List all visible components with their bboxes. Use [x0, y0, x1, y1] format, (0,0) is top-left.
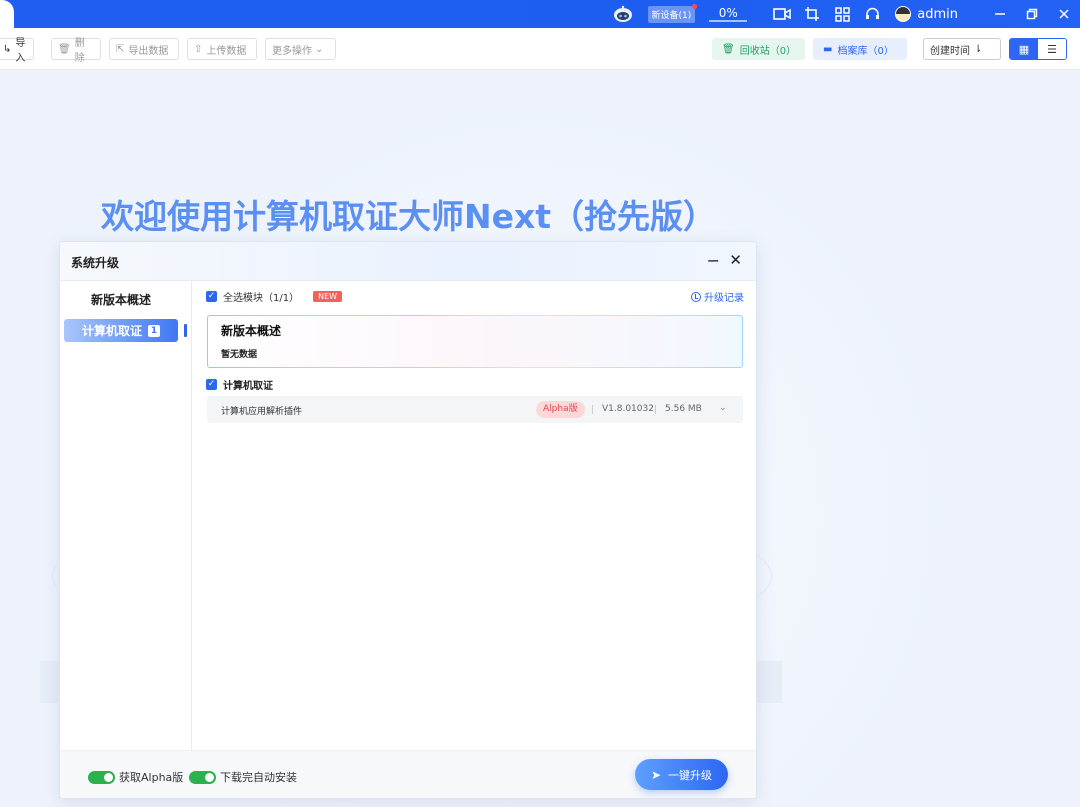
select-all-checkbox[interactable]: ✓ [206, 291, 217, 302]
dialog-footer: 获取Alpha版 下载完自动安装 ➤ 一键升级 [60, 750, 756, 798]
system-upgrade-dialog: 系统升级 − ✕ 新版本概述 计算机取证 1 ✓ 全选模块（1/1） NEW 升… [59, 241, 757, 799]
trash-icon: 🗑 [722, 43, 735, 55]
auto-install-toggle-label: 下载完自动安装 [220, 771, 297, 784]
plugin-version: V1.8.01032 [602, 404, 654, 414]
dialog-header: 系统升级 − ✕ [60, 242, 756, 281]
module-label: 计算机取证 [223, 381, 273, 392]
auto-install-toggle-row: 下载完自动安装 [189, 769, 297, 785]
trash-icon: 🗑 [58, 43, 71, 55]
alpha-tag: Alpha版 [536, 401, 585, 418]
recycle-bin-button[interactable]: 🗑 回收站（0） [712, 38, 805, 60]
select-all-label: 全选模块（1/1） [223, 293, 300, 304]
overview-title: 新版本概述 [221, 324, 282, 338]
upgrade-history-link[interactable]: 升级记录 [691, 289, 744, 304]
plugin-name: 计算机应用解析插件 [221, 407, 303, 417]
divider [655, 405, 656, 414]
upload-icon: ⇧ [194, 43, 203, 55]
sidebar-item-overview[interactable]: 新版本概述 [64, 288, 178, 311]
scroll-indicator [184, 324, 187, 337]
sort-icon: ⇂ [974, 43, 983, 55]
import-label: 导入 [15, 38, 26, 64]
dialog-sidebar: 新版本概述 计算机取证 1 [60, 281, 192, 750]
title-bar-corner [0, 0, 14, 28]
archive-label: 档案库（0） [837, 45, 894, 57]
robot-icon[interactable] [612, 3, 634, 25]
plugin-size: 5.56 MB [665, 404, 702, 414]
user-menu[interactable]: admin [895, 6, 958, 22]
progress-percent: 0% [709, 6, 748, 22]
title-bar-controls: 新设备(1) 0% admin [608, 0, 1080, 28]
alpha-toggle-switch[interactable] [88, 770, 115, 784]
archive-button[interactable]: ▬ 档案库（0） [813, 38, 907, 60]
alpha-toggle-row: 获取Alpha版 [88, 769, 183, 785]
username: admin [917, 6, 958, 22]
dialog-close-icon[interactable]: ✕ [729, 251, 742, 269]
overview-empty-text: 暂无数据 [221, 350, 258, 360]
view-toggle: ▦ ☰ [1009, 38, 1067, 60]
module-checkbox[interactable]: ✓ [206, 379, 217, 390]
dialog-minimize-icon[interactable]: − [707, 251, 720, 270]
count-badge: 1 [148, 324, 160, 337]
plugin-row[interactable]: 计算机应用解析插件 Alpha版 V1.8.01032 5.56 MB ⌄ [207, 396, 743, 423]
welcome-title: 欢迎使用计算机取证大师Next（抢先版） [101, 197, 717, 236]
divider [592, 405, 593, 414]
restore-icon[interactable] [1016, 0, 1048, 28]
upgrade-history-label: 升级记录 [704, 293, 744, 304]
close-icon[interactable] [1048, 0, 1080, 28]
video-icon[interactable] [771, 3, 793, 25]
sort-label: 创建时间 [930, 45, 970, 57]
delete-button[interactable]: 🗑 删除 [51, 38, 101, 64]
export-label: 导出数据 [128, 45, 169, 57]
recycle-label: 回收站（0） [739, 45, 797, 57]
sidebar-item-computer-forensics[interactable]: 计算机取证 1 [64, 319, 178, 342]
send-icon: ➤ [650, 767, 662, 782]
one-click-upgrade-button[interactable]: ➤ 一键升级 [635, 759, 728, 790]
import-icon: ↳ [3, 43, 12, 55]
sidebar-item-label: 计算机取证 [81, 324, 142, 338]
overview-card: 新版本概述 暂无数据 [207, 315, 743, 368]
list-view-icon[interactable]: ☰ [1038, 39, 1066, 59]
more-actions-label: 更多操作 [272, 45, 312, 57]
module-row: ✓ 计算机取证 [206, 377, 273, 392]
export-button[interactable]: ⇱ 导出数据 [109, 38, 179, 60]
sort-button[interactable]: 创建时间 ⇂ [923, 38, 1001, 60]
title-bar: 新设备(1) 0% admin [0, 0, 1080, 28]
auto-install-toggle-switch[interactable] [189, 770, 216, 784]
toolbar: ↳ 导入 🗑 删除 ⇱ 导出数据 ⇧ 上传数据 更多操作 ⌄ 🗑 回收站（0） ▬ 档案库（0… [0, 28, 1080, 70]
upgrade-label: 一键升级 [668, 768, 713, 782]
minimize-icon[interactable] [984, 0, 1016, 28]
upload-label: 上传数据 [206, 45, 247, 57]
select-all-row: ✓ 全选模块（1/1） NEW [206, 289, 343, 304]
chevron-down-icon: ⌄ [315, 43, 324, 55]
crop-icon[interactable] [801, 3, 823, 25]
alpha-toggle-label: 获取Alpha版 [119, 771, 184, 784]
new-badge: NEW [313, 291, 343, 302]
upload-button[interactable]: ⇧ 上传数据 [187, 38, 257, 60]
apps-icon[interactable] [831, 3, 853, 25]
chevron-down-icon[interactable]: ⌄ [719, 403, 727, 413]
dialog-title: 系统升级 [71, 256, 120, 270]
grid-view-icon[interactable]: ▦ [1010, 39, 1038, 59]
dialog-content: ✓ 全选模块（1/1） NEW 升级记录 新版本概述 暂无数据 ✓ 计算机取证 … [193, 281, 756, 750]
folder-icon: ▬ [823, 43, 833, 55]
export-icon: ⇱ [116, 43, 125, 55]
clock-icon [691, 291, 701, 302]
more-actions-dropdown[interactable]: 更多操作 ⌄ [265, 38, 336, 60]
import-button[interactable]: ↳ 导入 [0, 38, 34, 64]
new-device-badge[interactable]: 新设备(1) [647, 3, 698, 23]
delete-label: 删除 [74, 38, 85, 64]
sidebar-item-label: 新版本概述 [90, 293, 151, 307]
headset-icon[interactable] [861, 3, 883, 25]
avatar [895, 6, 912, 22]
